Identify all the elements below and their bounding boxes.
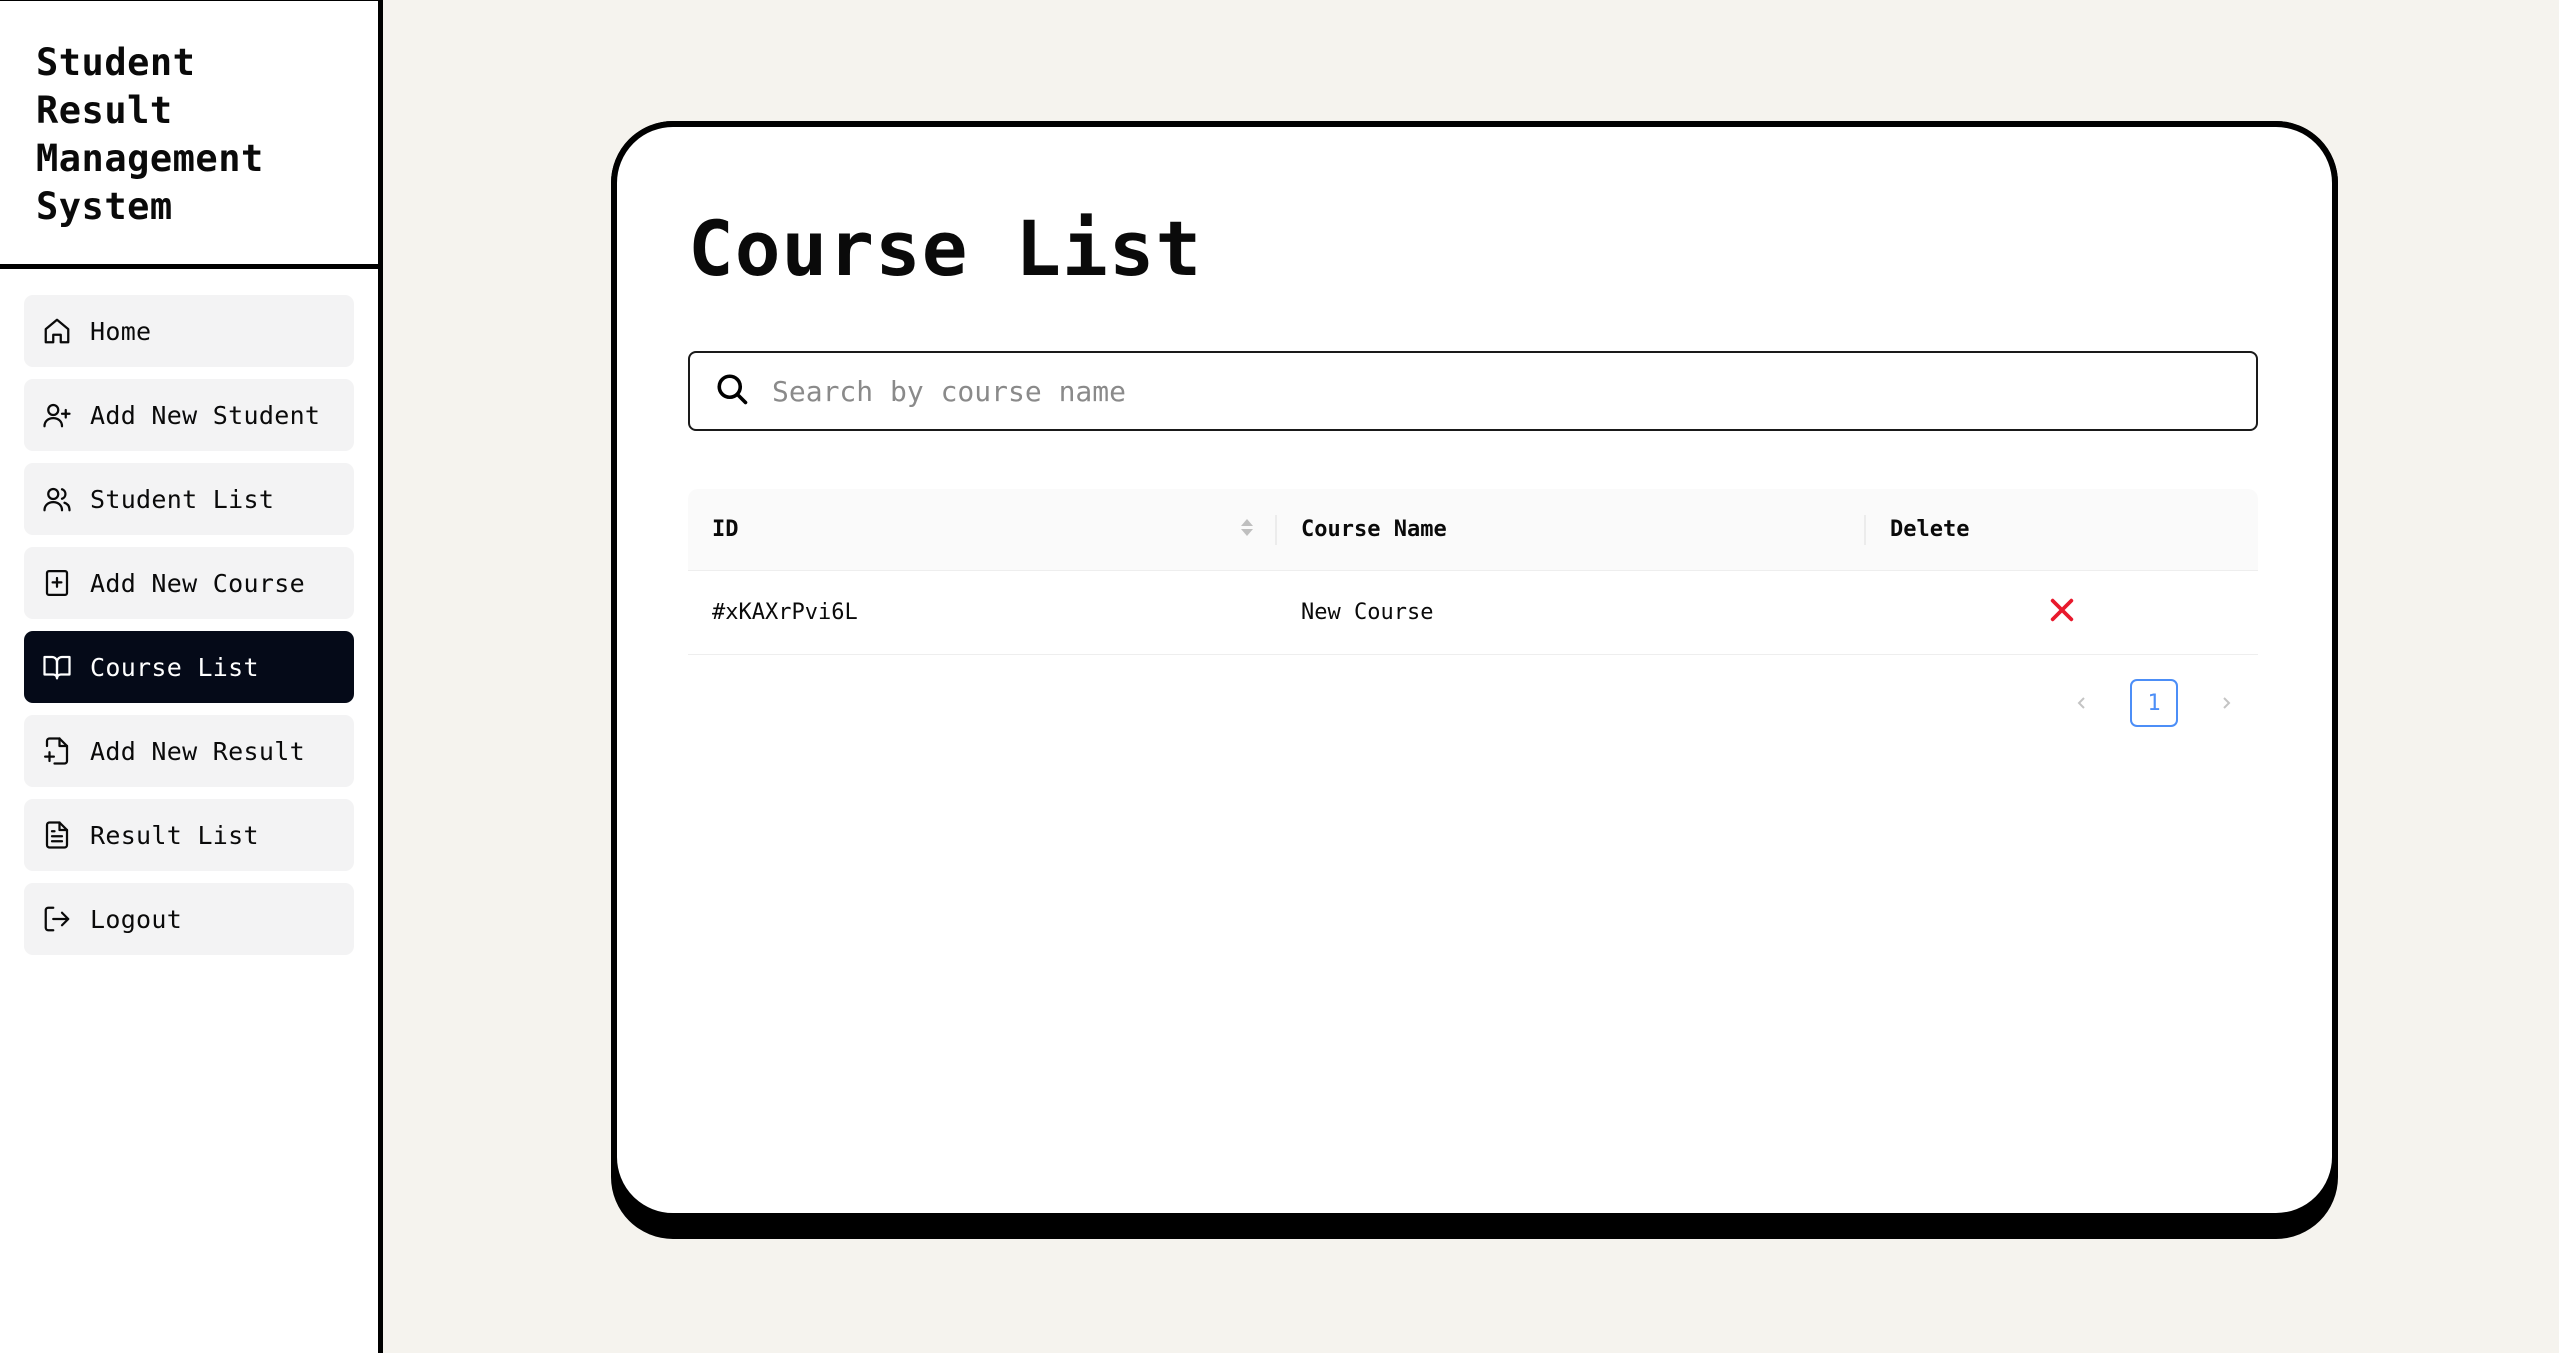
book-plus-icon — [41, 567, 73, 599]
sidebar-item-result-list[interactable]: Result List — [24, 799, 354, 871]
search-icon — [714, 371, 750, 411]
sidebar-nav: Home Add New Student Student List Add Ne… — [0, 269, 378, 955]
sidebar: Student Result Management System Home Ad… — [0, 0, 383, 1353]
file-text-icon — [41, 819, 73, 851]
book-open-icon — [41, 651, 73, 683]
sidebar-item-add-new-student[interactable]: Add New Student — [24, 379, 354, 451]
column-header-label: Course Name — [1301, 517, 1447, 542]
delete-cell — [1866, 596, 2258, 630]
sidebar-item-label: Result List — [90, 820, 259, 850]
next-page-button[interactable] — [2202, 679, 2250, 727]
sidebar-item-course-list[interactable]: Course List — [24, 631, 354, 703]
sidebar-item-logout[interactable]: Logout — [24, 883, 354, 955]
sidebar-item-label: Student List — [90, 484, 275, 514]
table-row: #xKAXrPvi6L New Course — [688, 571, 2258, 655]
sidebar-item-home[interactable]: Home — [24, 295, 354, 367]
chevron-right-icon — [2223, 697, 2231, 709]
sidebar-item-add-new-course[interactable]: Add New Course — [24, 547, 354, 619]
column-header-label: ID — [712, 517, 739, 542]
cell-course-id: #xKAXrPvi6L — [712, 600, 858, 625]
course-list-card: Course List ID Course Name Delete — [611, 121, 2338, 1219]
page-title: Course List — [688, 204, 1203, 293]
brand: Student Result Management System — [0, 1, 378, 269]
previous-page-button[interactable] — [2058, 679, 2106, 727]
column-header-id[interactable]: ID — [688, 489, 1277, 570]
sidebar-item-label: Course List — [90, 652, 259, 682]
column-header-course-name: Course Name — [1277, 489, 1866, 570]
table-header: ID Course Name Delete — [688, 489, 2258, 571]
page-number-button[interactable]: 1 — [2130, 679, 2178, 727]
sidebar-item-label: Logout — [90, 904, 183, 934]
sidebar-item-label: Add New Student — [90, 400, 321, 430]
file-plus-icon — [41, 735, 73, 767]
sidebar-item-add-new-result[interactable]: Add New Result — [24, 715, 354, 787]
course-table: ID Course Name Delete #xKAXrPvi6L New Co… — [688, 489, 2258, 655]
sidebar-item-label: Home — [90, 316, 152, 346]
sidebar-item-label: Add New Result — [90, 736, 305, 766]
sidebar-item-label: Add New Course — [90, 568, 305, 598]
app-title: Student Result Management System — [36, 41, 264, 228]
column-header-delete: Delete — [1866, 489, 2258, 570]
sidebar-item-student-list[interactable]: Student List — [24, 463, 354, 535]
logout-icon — [41, 903, 73, 935]
sort-icon[interactable] — [1241, 519, 1253, 536]
chevron-left-icon — [2077, 697, 2085, 709]
app-root: Student Result Management System Home Ad… — [0, 0, 2559, 1353]
search-input[interactable] — [772, 374, 2172, 408]
column-header-label: Delete — [1890, 517, 1970, 542]
users-icon — [41, 483, 73, 515]
cell-course-name: New Course — [1301, 600, 1434, 625]
delete-button[interactable] — [2048, 596, 2076, 630]
close-icon — [2050, 598, 2074, 621]
pagination: 1 — [688, 679, 2258, 727]
search-box[interactable] — [688, 351, 2258, 431]
home-icon — [41, 315, 73, 347]
user-plus-icon — [41, 399, 73, 431]
